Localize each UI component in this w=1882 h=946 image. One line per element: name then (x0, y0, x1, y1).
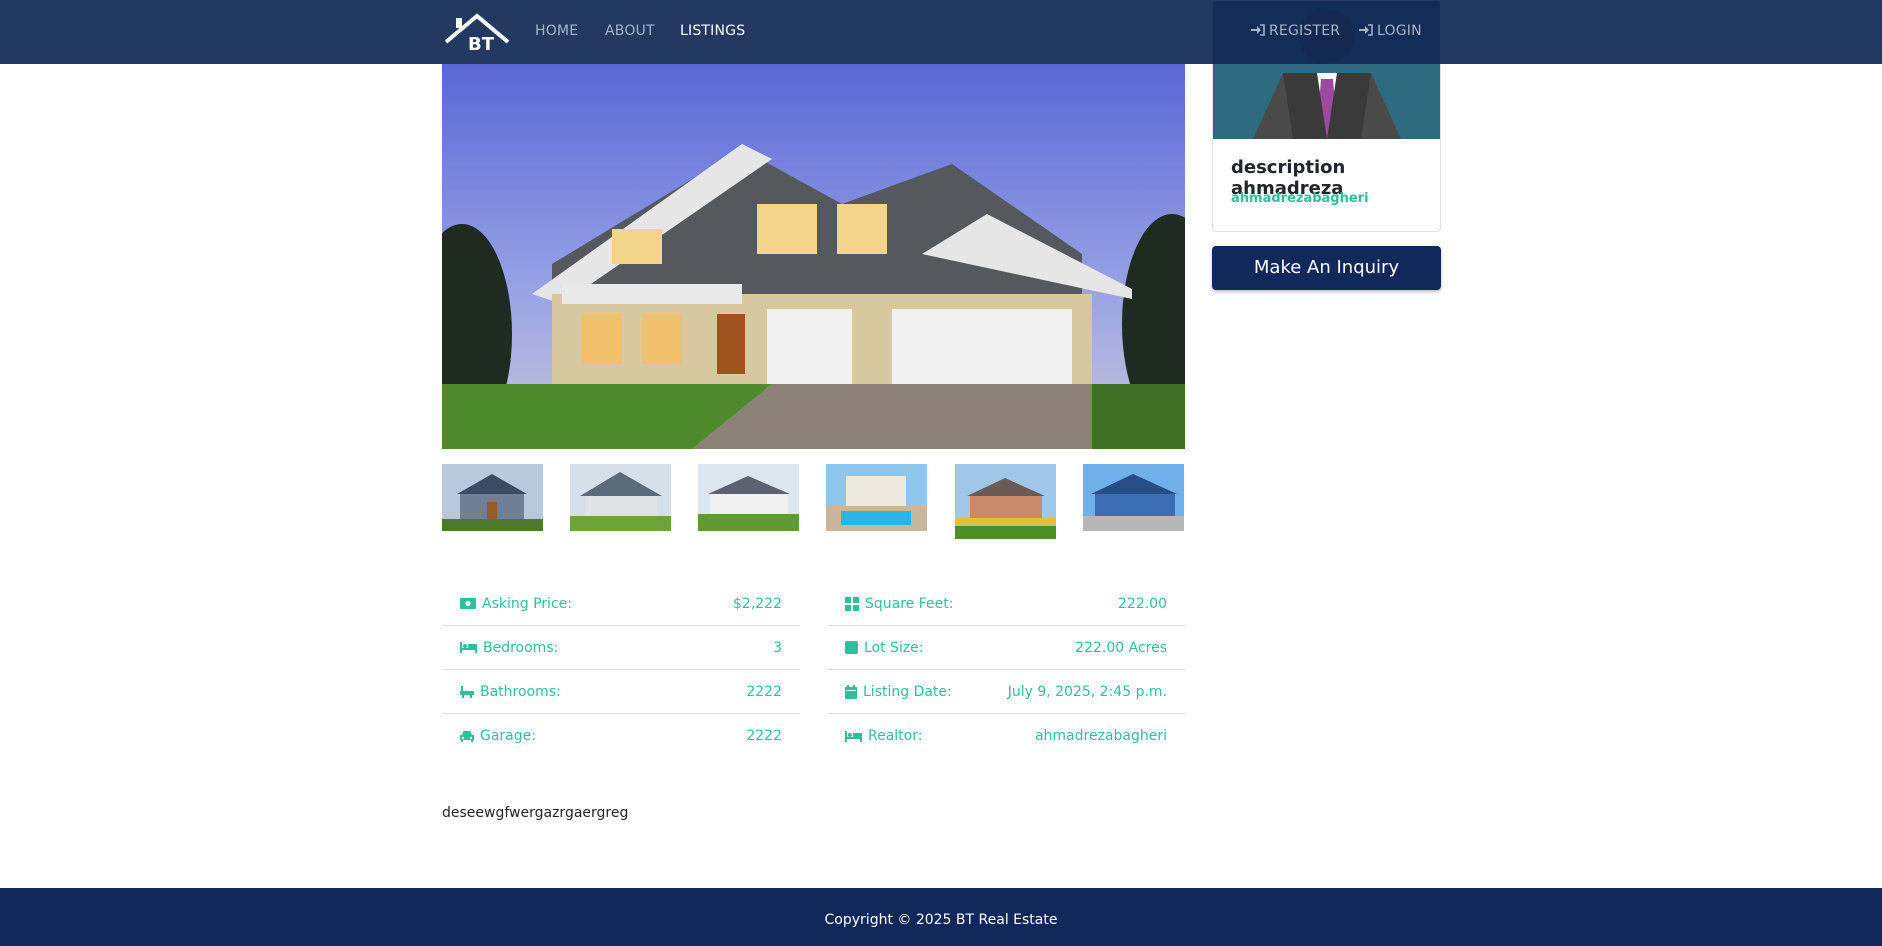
detail-value: 3 (773, 639, 782, 656)
listing-description: deseewgfwergazrgaergreg (442, 805, 629, 821)
register-label: REGISTER (1269, 23, 1341, 39)
detail-label-text: Bedrooms: (483, 639, 559, 656)
detail-label-text: Garage: (480, 728, 536, 744)
details-left: Asking Price: $2,222 Bedrooms: 3 Bathroo… (442, 582, 800, 758)
details-right: Square Feet: 222.00 Lot Size: 222.00 Acr… (827, 582, 1185, 758)
detail-lot-size: Lot Size: 222.00 Acres (827, 626, 1185, 670)
detail-square-feet: Square Feet: 222.00 (827, 582, 1185, 626)
sign-in-icon (1359, 24, 1373, 36)
detail-label-text: Realtor: (868, 728, 923, 744)
detail-garage: Garage: 2222 (442, 714, 800, 758)
login-label: LOGIN (1377, 23, 1422, 39)
grid-icon (845, 596, 859, 611)
realtor-username: ahmadrezabagheri (1231, 191, 1369, 206)
detail-value: 2222 (746, 683, 782, 700)
detail-label-text: Asking Price: (482, 595, 572, 612)
footer: Copyright © 2025 BT Real Estate (0, 888, 1882, 946)
nav-home[interactable]: HOME (535, 23, 578, 39)
detail-listing-date: Listing Date: July 9, 2025, 2:45 p.m. (827, 670, 1185, 714)
main-listing-photo (442, 64, 1185, 449)
detail-value: 222.00 (1118, 595, 1167, 612)
thumbnail-5[interactable] (955, 464, 1056, 539)
detail-realtor: Realtor: ahmadrezabagheri (827, 714, 1185, 758)
detail-value: ahmadrezabagheri (1034, 728, 1167, 744)
square-icon (845, 641, 858, 654)
nav-register[interactable]: REGISTER (1251, 23, 1340, 39)
money-icon (460, 598, 476, 609)
detail-bathrooms: Bathrooms: 2222 (442, 670, 800, 714)
bed-icon (460, 642, 477, 653)
logo-text: BT (468, 34, 495, 52)
navbar: BT HOME ABOUT LISTINGS REGISTER LOGIN (0, 0, 1882, 64)
detail-value: 222.00 Acres (1075, 639, 1167, 656)
nav-login[interactable]: LOGIN (1359, 23, 1422, 39)
thumbnail-3[interactable] (698, 464, 799, 531)
listing-page: Asking Price: $2,222 Bedrooms: 3 Bathroo… (0, 0, 1882, 946)
nav-about[interactable]: ABOUT (605, 23, 655, 39)
detail-label-text: Bathrooms: (480, 683, 561, 700)
sign-in-icon (1251, 24, 1265, 36)
nav-listings[interactable]: LISTINGS (680, 23, 745, 39)
bt-logo[interactable]: BT (444, 12, 510, 55)
thumbnail-4[interactable] (826, 464, 927, 531)
car-icon (460, 731, 474, 742)
bath-icon (460, 685, 474, 698)
detail-label-text: Square Feet: (865, 595, 954, 612)
detail-label-text: Lot Size: (864, 639, 924, 656)
detail-value: July 9, 2025, 2:45 p.m. (1007, 683, 1167, 700)
thumbnail-1[interactable] (442, 464, 543, 531)
calendar-icon (845, 684, 857, 699)
detail-bedrooms: Bedrooms: 3 (442, 626, 800, 670)
detail-value: $2,222 (733, 595, 782, 612)
detail-asking-price: Asking Price: $2,222 (442, 582, 800, 626)
make-inquiry-button[interactable]: Make An Inquiry (1212, 246, 1441, 290)
footer-copyright: Copyright © 2025 BT Real Estate (824, 912, 1058, 928)
bed-icon (845, 730, 862, 742)
thumbnail-6[interactable] (1083, 464, 1184, 531)
detail-value: 2222 (746, 728, 782, 744)
detail-label-text: Listing Date: (863, 683, 952, 700)
thumbnail-2[interactable] (570, 464, 671, 531)
